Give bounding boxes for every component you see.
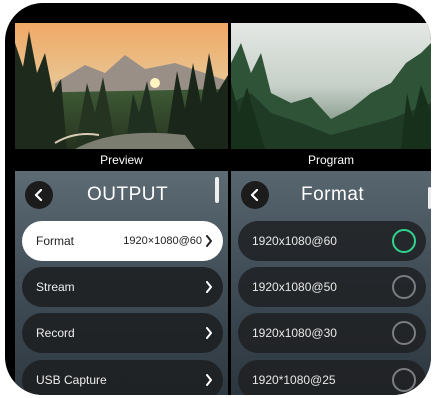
device-frame: Preview Program OUTPUT Format 1920×1080@…: [5, 3, 431, 395]
preview-video: [15, 23, 228, 149]
format-title: Format: [301, 184, 365, 205]
output-title: OUTPUT: [87, 184, 169, 205]
chevron-right-icon: [206, 235, 212, 247]
chevron-right-icon: [206, 281, 212, 293]
program-caption: Program: [231, 149, 431, 171]
format-option-label: 1920x1080@50: [252, 280, 337, 294]
format-scrollbar[interactable]: [428, 187, 431, 209]
radio-selected-icon[interactable]: [392, 229, 416, 253]
menu-item-record[interactable]: Record: [22, 313, 223, 353]
device-screen: Preview Program OUTPUT Format 1920×1080@…: [15, 23, 431, 395]
format-header: Format: [231, 171, 431, 219]
preview-caption: Preview: [15, 149, 228, 171]
radio-unselected-icon[interactable]: [392, 321, 416, 345]
chevron-left-icon: [34, 189, 43, 201]
output-scrollbar[interactable]: [215, 177, 219, 203]
output-back-button[interactable]: [25, 181, 53, 209]
format-value: 1920×1080@60: [123, 235, 202, 247]
format-option-label: 1920x1080@30: [252, 326, 337, 340]
menu-item-format[interactable]: Format 1920×1080@60: [22, 221, 223, 261]
output-panel: OUTPUT Format 1920×1080@60 Stream Record: [15, 171, 228, 395]
format-option-label: 1920x1080@60: [252, 234, 337, 248]
menu-item-usb-capture[interactable]: USB Capture: [22, 360, 223, 395]
output-header: OUTPUT: [15, 171, 228, 219]
format-option-1920x1080-60[interactable]: 1920x1080@60: [238, 221, 426, 261]
format-panel: Format 1920x1080@60 1920x1080@50 1920x10…: [231, 171, 431, 395]
menu-item-label: Stream: [36, 280, 75, 294]
menu-item-stream[interactable]: Stream: [22, 267, 223, 307]
format-option-1920x1080-25[interactable]: 1920*1080@25: [238, 360, 426, 395]
format-back-button[interactable]: [241, 181, 269, 209]
radio-unselected-icon[interactable]: [392, 275, 416, 299]
menu-item-label: Format: [36, 234, 75, 248]
menu-item-label: Record: [36, 326, 75, 340]
format-option-1920x1080-30[interactable]: 1920x1080@30: [238, 313, 426, 353]
menu-item-label: USB Capture: [36, 373, 107, 387]
program-video: [231, 23, 431, 149]
chevron-left-icon: [250, 189, 259, 201]
chevron-right-icon: [206, 374, 212, 386]
format-option-label: 1920*1080@25: [252, 373, 336, 387]
format-option-1920x1080-50[interactable]: 1920x1080@50: [238, 267, 426, 307]
radio-unselected-icon[interactable]: [392, 368, 416, 392]
chevron-right-icon: [206, 327, 212, 339]
